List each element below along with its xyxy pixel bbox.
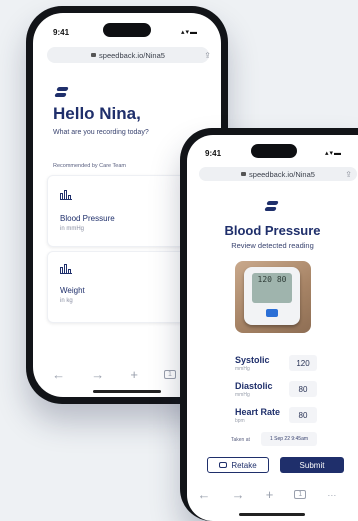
status-icons: ▴▾▬ — [325, 150, 343, 157]
page-subtitle: Review detected reading — [231, 241, 314, 250]
status-time: 9:41 — [53, 28, 70, 37]
home-indicator — [239, 513, 305, 516]
diastolic-unit: mmHg — [235, 392, 250, 398]
greeting-title: Hello Nina, — [53, 104, 141, 123]
heart-rate-unit: bpm — [235, 418, 245, 424]
detected-reading-photo: 120 80 — [235, 261, 311, 333]
forward-icon[interactable]: → — [91, 367, 104, 382]
monitor-display: 120 80 — [252, 273, 292, 303]
heart-rate-input[interactable]: 80 — [289, 407, 317, 423]
share-icon[interactable]: ⇪ — [204, 51, 211, 60]
lock-icon — [91, 53, 97, 57]
camera-icon — [219, 462, 228, 468]
tabs-icon[interactable]: 1 — [294, 490, 307, 499]
card-title: Weight — [60, 286, 85, 295]
card-title: Blood Pressure — [60, 214, 115, 223]
diastolic-input[interactable]: 80 — [289, 381, 317, 397]
section-label: Recommended by Care Team — [53, 163, 126, 169]
taken-at-value[interactable]: 1 Sep 22 9:45am — [261, 432, 317, 446]
browser-toolbar: ← → + 1 ··· — [187, 487, 347, 502]
dynamic-island — [103, 23, 151, 37]
systolic-unit: mmHg — [235, 366, 250, 372]
diastolic-label: Diastolic — [235, 381, 273, 391]
url-text: speedback.io/Nina5 — [249, 169, 315, 179]
tabs-icon[interactable]: 1 — [164, 370, 176, 379]
url-text: speedback.io/Nina5 — [99, 50, 165, 60]
monitor-reading: 120 80 — [257, 275, 287, 284]
new-tab-icon[interactable]: + — [130, 367, 138, 382]
retake-button[interactable]: Retake — [207, 457, 269, 473]
dynamic-island — [251, 144, 297, 158]
url-bar[interactable]: speedback.io/Nina5 — [199, 167, 357, 181]
submit-button[interactable]: Submit — [280, 457, 344, 473]
taken-at-label: Taken at — [231, 437, 250, 443]
bar-chart-icon — [60, 190, 72, 200]
browser-toolbar: ← → + 1 — [39, 367, 189, 382]
systolic-input[interactable]: 120 — [289, 355, 317, 371]
brand-logo — [54, 87, 69, 99]
new-tab-icon[interactable]: + — [266, 487, 274, 502]
brand-logo — [264, 201, 279, 213]
card-unit: in mmHg — [60, 226, 85, 232]
bp-monitor: 120 80 — [244, 267, 300, 325]
front-phone-screen: 9:41 ▴▾▬ speedback.io/Nina5 ⇪ Blood Pres… — [187, 135, 358, 521]
systolic-label: Systolic — [235, 355, 270, 365]
heart-rate-label: Heart Rate — [235, 407, 281, 417]
front-phone: 9:41 ▴▾▬ speedback.io/Nina5 ⇪ Blood Pres… — [180, 128, 358, 521]
lock-icon — [241, 172, 247, 176]
page-title: Blood Pressure — [224, 223, 321, 238]
url-bar[interactable]: speedback.io/Nina5 — [47, 47, 209, 63]
forward-icon[interactable]: → — [232, 487, 245, 502]
more-icon[interactable]: ··· — [327, 490, 336, 500]
home-indicator — [93, 390, 161, 393]
monitor-button — [266, 309, 278, 317]
card-unit: in kg — [60, 298, 73, 304]
status-time: 9:41 — [205, 149, 222, 158]
greeting-subtitle: What are you recording today? — [53, 129, 149, 136]
back-icon[interactable]: ← — [52, 367, 65, 382]
retake-label: Retake — [231, 460, 257, 470]
share-icon[interactable]: ⇪ — [345, 170, 352, 179]
bar-chart-icon — [60, 264, 72, 274]
status-icons: ▴▾▬ — [181, 29, 199, 36]
back-icon[interactable]: ← — [198, 487, 211, 502]
